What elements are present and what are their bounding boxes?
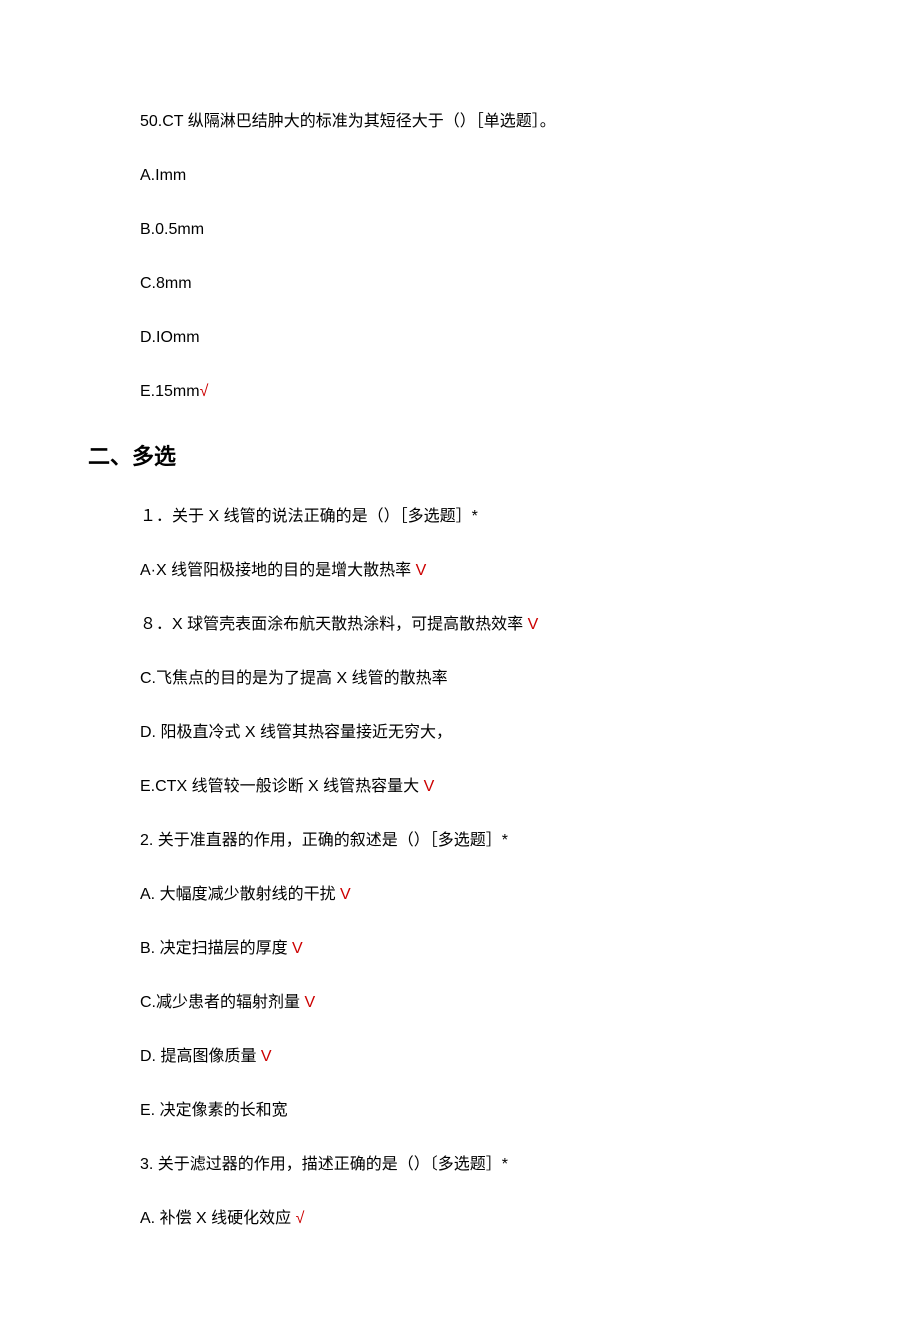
q50-option-b: B.0.5mm [140,218,840,242]
check-mark-icon: V [288,940,303,957]
q2-option-b-text: B. 决定扫描层的厚度 [140,940,288,957]
check-mark-icon: V [256,1048,271,1065]
q1-stem: １．关于 X 线管的说法正确的是（）［多选题］* [140,505,840,529]
q50-stem: 50.CT 纵隔淋巴结肿大的标准为其短径大于（）［单选题］。 [140,110,840,134]
q2-option-e: E. 决定像素的长和宽 [140,1099,840,1123]
q2-option-c-text: C.减少患者的辐射剂量 [140,994,300,1011]
q1-option-b-text: ８．X 球管壳表面涂布航天散热涂料，可提高散热效率 [140,616,523,633]
q1-option-a: A·X 线管阳极接地的目的是增大散热率 V [140,559,840,583]
q2-option-a-text: A. 大幅度减少散射线的干扰 [140,886,336,903]
q1-option-d: D. 阳极直冷式 X 线管其热容量接近无穷大， [140,721,840,745]
document-content: 50.CT 纵隔淋巴结肿大的标准为其短径大于（）［单选题］。 A.Imm B.0… [0,110,920,404]
q2-option-d-text: D. 提高图像质量 [140,1048,256,1065]
check-mark-icon: V [336,886,351,903]
q50-option-e: E.15mm√ [140,380,840,404]
check-mark-icon: V [419,778,434,795]
q1-option-b: ８．X 球管壳表面涂布航天散热涂料，可提高散热效率 V [140,613,840,637]
q3-option-a: A. 补偿 X 线硬化效应 √ [140,1207,840,1231]
q50-option-c: C.8mm [140,272,840,296]
q1-option-e-text: E.CTX 线管较一般诊断 X 线管热容量大 [140,778,419,795]
q1-option-a-text: A·X 线管阳极接地的目的是增大散热率 [140,562,411,579]
check-mark-icon: √ [296,1210,305,1227]
check-mark-icon: V [523,616,538,633]
q50-option-d: D.IOmm [140,326,840,350]
q3-stem: 3. 关于滤过器的作用，描述正确的是（）〔多选题］* [140,1153,840,1177]
q2-option-d: D. 提高图像质量 V [140,1045,840,1069]
check-mark-icon: V [411,562,426,579]
check-mark-icon: V [300,994,315,1011]
check-mark-icon: √ [200,383,209,400]
q50-option-e-text: E.15mm [140,383,200,400]
q2-stem: 2. 关于准直器的作用，正确的叙述是（）［多选题］* [140,829,840,853]
q50-option-a: A.Imm [140,164,840,188]
q2-option-b: B. 决定扫描层的厚度 V [140,937,840,961]
section-2-content: １．关于 X 线管的说法正确的是（）［多选题］* A·X 线管阳极接地的目的是增… [0,505,920,1231]
q1-option-c: C.飞焦点的目的是为了提高 X 线管的散热率 [140,667,840,691]
section-2-heading: 二、多选 [0,440,920,473]
q1-option-e: E.CTX 线管较一般诊断 X 线管热容量大 V [140,775,840,799]
q2-option-a: A. 大幅度减少散射线的干扰 V [140,883,840,907]
q3-option-a-text: A. 补偿 X 线硬化效应 [140,1210,296,1227]
q2-option-c: C.减少患者的辐射剂量 V [140,991,840,1015]
